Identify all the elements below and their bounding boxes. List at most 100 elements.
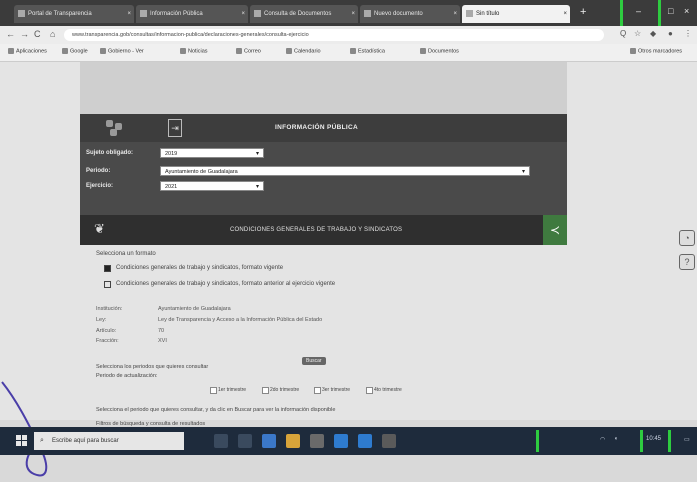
- tab-favicon-icon: [18, 9, 25, 17]
- detail-label: Institución:: [96, 306, 123, 312]
- edge-icon[interactable]: [262, 434, 276, 448]
- detail-value: Ayuntamiento de Guadalajara: [158, 306, 231, 312]
- handshake-icon: ❦: [94, 221, 105, 236]
- windows-start-icon[interactable]: [16, 435, 27, 446]
- url-field[interactable]: www.transparencia.gob/consultas/informac…: [64, 29, 604, 41]
- bookmark-icon: [62, 48, 68, 54]
- detail-value: 70: [158, 328, 165, 334]
- help-icon[interactable]: ?: [679, 254, 695, 270]
- site-logo-icon: [106, 120, 126, 136]
- store-icon[interactable]: [310, 434, 324, 448]
- field-label: Ejercicio:: [86, 183, 114, 189]
- close-icon[interactable]: ×: [127, 5, 131, 23]
- bookmark-icon: [100, 48, 106, 54]
- windows-taskbar: ⌕ Escribe aquí para buscar ◠ ◖ 10:45 ▭: [0, 427, 697, 455]
- format-intro: Selecciona un formato: [96, 251, 156, 257]
- browser-tab[interactable]: Nuevo documento ×: [360, 5, 460, 23]
- page-title: INFORMACIÓN PÚBLICA: [275, 124, 358, 131]
- folder-icon: [630, 48, 636, 54]
- browser-tab-bar: Portal de Transparencia × Información Púb…: [0, 0, 697, 26]
- format-option-current[interactable]: Condiciones generales de trabajo y sindi…: [116, 265, 283, 271]
- browser-tab-active[interactable]: Sin título ×: [462, 5, 570, 23]
- share-button[interactable]: ≺: [543, 215, 567, 245]
- period-checkbox[interactable]: [210, 387, 217, 394]
- close-icon[interactable]: ×: [563, 5, 567, 23]
- minimize-icon[interactable]: –: [636, 6, 641, 16]
- task-view-icon[interactable]: [238, 434, 252, 448]
- cortana-icon[interactable]: [214, 434, 228, 448]
- close-icon[interactable]: ×: [241, 5, 245, 23]
- close-window-icon[interactable]: ×: [684, 6, 689, 16]
- filter-subtitle: Periodo de actualización:: [96, 373, 158, 379]
- section-title: CONDICIONES GENERALES DE TRABAJO Y SINDI…: [230, 227, 403, 233]
- notifications-icon[interactable]: ▭: [684, 436, 690, 443]
- word-icon[interactable]: [358, 434, 372, 448]
- maximize-icon[interactable]: □: [668, 6, 673, 16]
- field-label: Sujeto obligado:: [86, 150, 133, 156]
- bookmark-item[interactable]: Documentos: [420, 48, 459, 54]
- period-checkbox[interactable]: [366, 387, 373, 394]
- extension-icon[interactable]: ◆: [650, 29, 656, 38]
- home-icon[interactable]: ⌂: [50, 29, 55, 39]
- chevron-down-icon: ▾: [255, 151, 259, 157]
- year-select[interactable]: 2021 ▾: [160, 181, 264, 191]
- login-icon[interactable]: ⇥: [168, 119, 182, 137]
- bookmark-item[interactable]: Estadística: [350, 48, 385, 54]
- file-explorer-icon[interactable]: [286, 434, 300, 448]
- pen-scribble: [1, 381, 53, 477]
- bookmark-item[interactable]: Google: [62, 48, 88, 54]
- subject-select[interactable]: 2019 ▾: [160, 148, 264, 158]
- format-radio-previous[interactable]: [104, 281, 111, 288]
- section-header: ❦ CONDICIONES GENERALES DE TRABAJO Y SIN…: [80, 215, 567, 245]
- period-checkbox[interactable]: [314, 387, 321, 394]
- star-icon[interactable]: ☆: [634, 29, 641, 38]
- profile-icon[interactable]: ●: [668, 29, 673, 38]
- clock[interactable]: 10:45: [646, 436, 661, 442]
- search-icon[interactable]: Q: [620, 29, 626, 38]
- bookmark-icon: [350, 48, 356, 54]
- period-checkbox[interactable]: [262, 387, 269, 394]
- forward-icon[interactable]: →: [20, 29, 29, 39]
- search-form: Sujeto obligado: 2019 ▾ Periodo: Ayuntami…: [80, 142, 567, 215]
- chrome-icon[interactable]: [382, 434, 396, 448]
- bookmark-item[interactable]: Gobierno - Ver: [100, 48, 144, 54]
- address-bar-row: ← → C ⌂ www.transparencia.gob/consultas/…: [0, 26, 697, 45]
- format-radio-current[interactable]: [104, 265, 111, 272]
- search-icon: ⌕: [40, 437, 44, 444]
- browser-tab[interactable]: Información Pública ×: [136, 5, 248, 23]
- period-checkbox-label: 1er trimestre: [218, 387, 247, 393]
- decor-bar: [536, 430, 539, 452]
- browser-tab[interactable]: Consulta de Documentos ×: [250, 5, 358, 23]
- bookmark-item[interactable]: Calendario: [286, 48, 321, 54]
- period-select[interactable]: Ayuntamiento de Guadalajara ▾: [160, 166, 530, 176]
- period-checkbox-label: 2do trimestre: [270, 387, 300, 393]
- bookmark-item[interactable]: Otros marcadores: [630, 48, 682, 54]
- period-checkbox-label: 4to trimestre: [374, 387, 402, 393]
- share-icon: ≺: [549, 223, 561, 237]
- mail-icon[interactable]: [334, 434, 348, 448]
- bookmark-item[interactable]: Correo: [236, 48, 261, 54]
- accessibility-icon[interactable]: ◔: [679, 230, 695, 246]
- field-label: Periodo:: [86, 168, 111, 174]
- bookmark-item[interactable]: Noticias: [180, 48, 208, 54]
- panel-top: [80, 62, 567, 114]
- bookmark-icon: [180, 48, 186, 54]
- back-icon[interactable]: ←: [6, 29, 15, 39]
- new-tab-icon[interactable]: +: [580, 6, 586, 18]
- close-icon[interactable]: ×: [453, 5, 457, 23]
- volume-icon[interactable]: ◖: [614, 436, 618, 442]
- tooltip: Buscar: [302, 357, 326, 365]
- network-icon[interactable]: ◠: [600, 436, 605, 443]
- page-content: ⇥ INFORMACIÓN PÚBLICA Sujeto obligado: 2…: [0, 62, 697, 477]
- format-option-previous[interactable]: Condiciones generales de trabajo y sindi…: [116, 281, 335, 287]
- menu-icon[interactable]: ⋮: [684, 29, 692, 38]
- period-checkbox-label: 3er trimestre: [322, 387, 351, 393]
- close-icon[interactable]: ×: [351, 5, 355, 23]
- info-note: Selecciona el periodo que quieres consul…: [96, 407, 336, 413]
- bookmark-item[interactable]: Aplicaciones: [8, 48, 47, 54]
- detail-label: Artículo:: [96, 328, 117, 334]
- bookmark-icon: [420, 48, 426, 54]
- taskbar-search-input[interactable]: ⌕ Escribe aquí para buscar: [34, 432, 184, 450]
- reload-icon[interactable]: C: [34, 29, 41, 39]
- browser-tab[interactable]: Portal de Transparencia ×: [14, 5, 134, 23]
